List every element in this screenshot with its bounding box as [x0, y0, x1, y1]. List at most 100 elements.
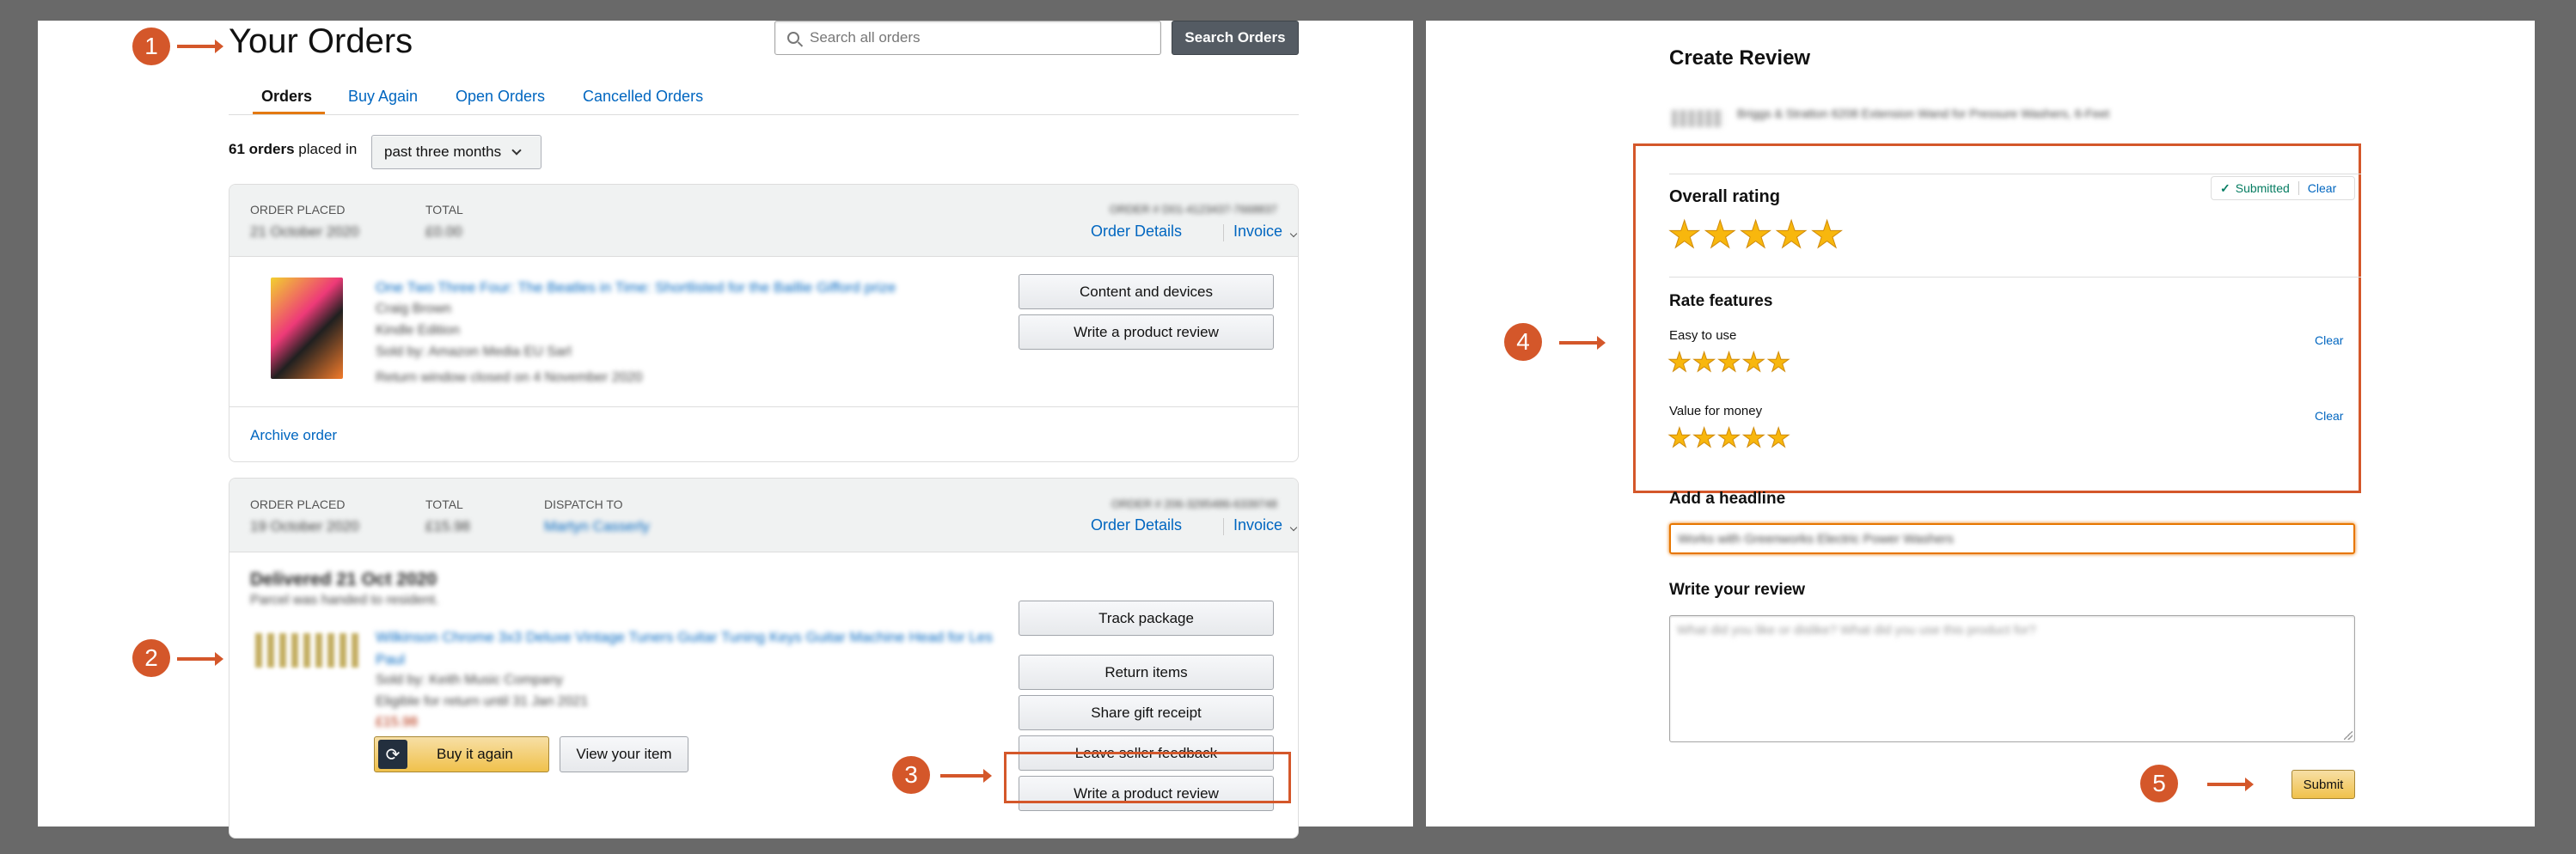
arrow-icon	[1559, 336, 1606, 350]
link-divider	[1223, 224, 1224, 241]
section-divider	[1669, 277, 2361, 278]
step-marker: 5	[2140, 765, 2178, 802]
delivery-note: Parcel was handed to resident.	[250, 593, 439, 607]
star-icon[interactable]: ★	[1667, 216, 1701, 254]
headline-input[interactable]: Works with Greenworks Electric Power Was…	[1669, 523, 2355, 554]
item-title-link[interactable]: One Two Three Four: The Beatles in Time:…	[376, 279, 896, 296]
review-label: Write your review	[1669, 581, 1806, 599]
order-total-value: £15.98	[425, 518, 470, 534]
star-icon[interactable]: ★	[1766, 424, 1791, 452]
order-number: ORDER # 206-3295486-6339748	[1111, 497, 1277, 510]
period-select[interactable]: past three months	[371, 135, 542, 169]
share-gift-receipt-button[interactable]: Share gift receipt	[1019, 695, 1274, 730]
feature-label: Value for money	[1669, 404, 1763, 418]
star-icon[interactable]: ★	[1741, 349, 1766, 376]
search-orders-button[interactable]: Search Orders	[1172, 21, 1299, 55]
page-title: Create Review	[1669, 46, 1811, 70]
order-placed-label: ORDER PLACED	[250, 497, 346, 511]
star-icon[interactable]: ★	[1741, 424, 1766, 452]
buy-it-again-label: Buy it again	[437, 746, 513, 762]
headline-value: Works with Greenworks Electric Power Was…	[1678, 532, 1954, 546]
order-card: ORDER PLACED 21 October 2020 TOTAL £0.00…	[229, 184, 1299, 462]
arrow-icon	[2207, 778, 2254, 791]
tabs-divider	[229, 114, 1299, 115]
buy-it-again-button[interactable]: ⟳ Buy it again	[374, 736, 549, 772]
archive-order-link[interactable]: Archive order	[250, 427, 337, 444]
review-page-panel: Create Review Briggs & Stratton 6208 Ext…	[1426, 21, 2535, 827]
order-total-label: TOTAL	[425, 497, 463, 511]
arrow-icon	[940, 769, 992, 783]
tab-buy-again[interactable]: Buy Again	[348, 88, 418, 106]
order-placed-date: 19 October 2020	[250, 518, 359, 534]
placed-in-label: placed in	[298, 141, 358, 157]
review-placeholder: What did you like or dislike? What did y…	[1677, 623, 2036, 637]
invoice-link[interactable]: Invoice	[1233, 223, 1298, 241]
orders-count: 61 orders	[229, 141, 295, 157]
content-and-devices-button[interactable]: Content and devices	[1019, 274, 1274, 309]
feature-rating-stars[interactable]: ★ ★ ★ ★ ★	[1667, 424, 1791, 452]
order-details-link[interactable]: Order Details	[1091, 223, 1182, 241]
guitar-tuners-thumbnail[interactable]	[255, 633, 358, 668]
view-your-item-button[interactable]: View your item	[560, 736, 688, 772]
invoice-link[interactable]: Invoice	[1233, 516, 1298, 534]
order-details-link[interactable]: Order Details	[1091, 516, 1182, 534]
search-placeholder: Search all orders	[810, 29, 921, 46]
chevron-down-icon	[511, 145, 522, 156]
overall-rating-label: Overall rating	[1669, 187, 1780, 206]
star-icon[interactable]: ★	[1667, 424, 1692, 452]
book-cover-thumbnail[interactable]	[271, 278, 343, 379]
star-icon[interactable]: ★	[1703, 216, 1737, 254]
tab-orders[interactable]: Orders	[261, 88, 312, 106]
star-icon[interactable]: ★	[1692, 424, 1716, 452]
step-marker: 2	[132, 639, 170, 677]
clear-overall-rating-link[interactable]: Clear	[2308, 181, 2336, 195]
review-textarea[interactable]: What did you like or dislike? What did y…	[1669, 615, 2355, 742]
feature-rating-stars[interactable]: ★ ★ ★ ★ ★	[1667, 349, 1791, 376]
rate-features-label: Rate features	[1669, 292, 1773, 310]
star-icon[interactable]: ★	[1716, 349, 1741, 376]
arrow-icon	[177, 652, 223, 666]
invoice-label: Invoice	[1233, 516, 1283, 534]
star-icon[interactable]: ★	[1774, 216, 1808, 254]
step-marker: 3	[892, 756, 930, 794]
item-return-eligibility: Eligible for return until 31 Jan 2021	[376, 694, 589, 709]
submitted-label: Submitted	[2235, 181, 2290, 195]
star-icon[interactable]: ★	[1809, 216, 1844, 254]
period-select-value: past three months	[384, 143, 502, 160]
item-format: Kindle Edition	[376, 323, 460, 338]
delivery-status: Delivered 21 Oct 2020	[250, 570, 437, 589]
tab-open-orders[interactable]: Open Orders	[456, 88, 545, 106]
orders-page-panel: Your Orders Search all orders Search Ord…	[38, 21, 1413, 839]
overall-rating-stars[interactable]: ★ ★ ★ ★ ★	[1667, 216, 1845, 254]
clear-feature-rating-link[interactable]: Clear	[2315, 333, 2343, 347]
star-icon[interactable]: ★	[1766, 349, 1791, 376]
orders-count-text: 61 orders placed in	[229, 141, 357, 158]
return-items-button[interactable]: Return items	[1019, 655, 1274, 690]
star-icon[interactable]: ★	[1716, 424, 1741, 452]
order-placed-date: 21 October 2020	[250, 223, 359, 240]
arrow-icon	[177, 40, 223, 53]
item-title-link[interactable]: Wilkinson Chrome 3x3 Deluxe Vintage Tune…	[376, 626, 994, 671]
star-icon[interactable]: ★	[1738, 216, 1772, 254]
item-seller: Sold by: Keith Music Company	[376, 673, 563, 687]
product-thumbnail	[1672, 110, 1723, 127]
divider	[2298, 181, 2299, 195]
invoice-label: Invoice	[1233, 223, 1283, 240]
resize-handle[interactable]	[2344, 731, 2353, 740]
order-number: ORDER # D01-4123437-7668837	[1109, 203, 1277, 216]
tab-cancelled-orders[interactable]: Cancelled Orders	[583, 88, 703, 106]
search-orders-input[interactable]: Search all orders	[774, 21, 1161, 55]
link-divider	[1223, 518, 1224, 535]
star-icon[interactable]: ★	[1692, 349, 1716, 376]
write-review-button[interactable]: Write a product review	[1019, 314, 1274, 350]
chevron-down-icon	[1289, 229, 1298, 238]
dispatch-to-name[interactable]: Martyn Casserly	[544, 518, 650, 535]
chevron-down-icon	[1289, 523, 1298, 532]
order-card-header: ORDER PLACED 21 October 2020 TOTAL £0.00…	[229, 185, 1298, 257]
clear-feature-rating-link[interactable]: Clear	[2315, 409, 2343, 423]
card-divider	[229, 406, 1298, 407]
step-marker: 4	[1504, 323, 1542, 361]
track-package-button[interactable]: Track package	[1019, 601, 1274, 636]
star-icon[interactable]: ★	[1667, 349, 1692, 376]
submit-button[interactable]: Submit	[2291, 770, 2355, 799]
